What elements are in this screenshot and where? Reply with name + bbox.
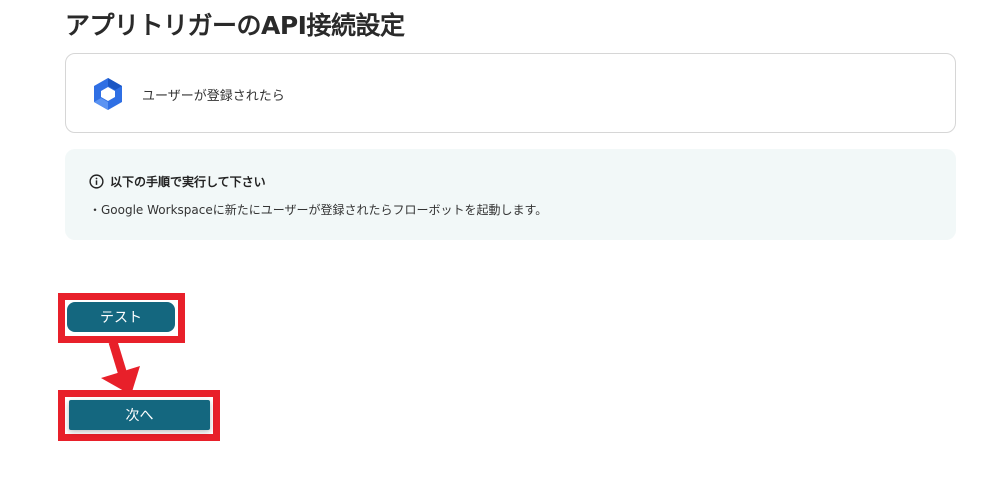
trigger-label: ユーザーが登録されたら [142, 89, 285, 104]
next-button[interactable]: 次へ [69, 400, 210, 430]
settings-page: アプリトリガーのAPI接続設定 ユーザーが登録されたら 以下の手順で実行して下さ… [0, 0, 983, 485]
instruction-heading-text: 以下の手順で実行して下さい [110, 175, 266, 189]
instruction-heading: 以下の手順で実行して下さい [89, 173, 266, 190]
page-title: アプリトリガーのAPI接続設定 [65, 11, 405, 40]
instruction-body: ・Google Workspaceに新たにユーザーが登録されたらフローボットを起… [89, 203, 548, 217]
trigger-card: ユーザーが登録されたら [65, 53, 956, 133]
instruction-box: 以下の手順で実行して下さい ・Google Workspaceに新たにユーザーが… [65, 149, 956, 240]
test-button[interactable]: テスト [67, 302, 175, 332]
google-workspace-icon [94, 78, 122, 110]
info-circle-icon [89, 174, 104, 189]
